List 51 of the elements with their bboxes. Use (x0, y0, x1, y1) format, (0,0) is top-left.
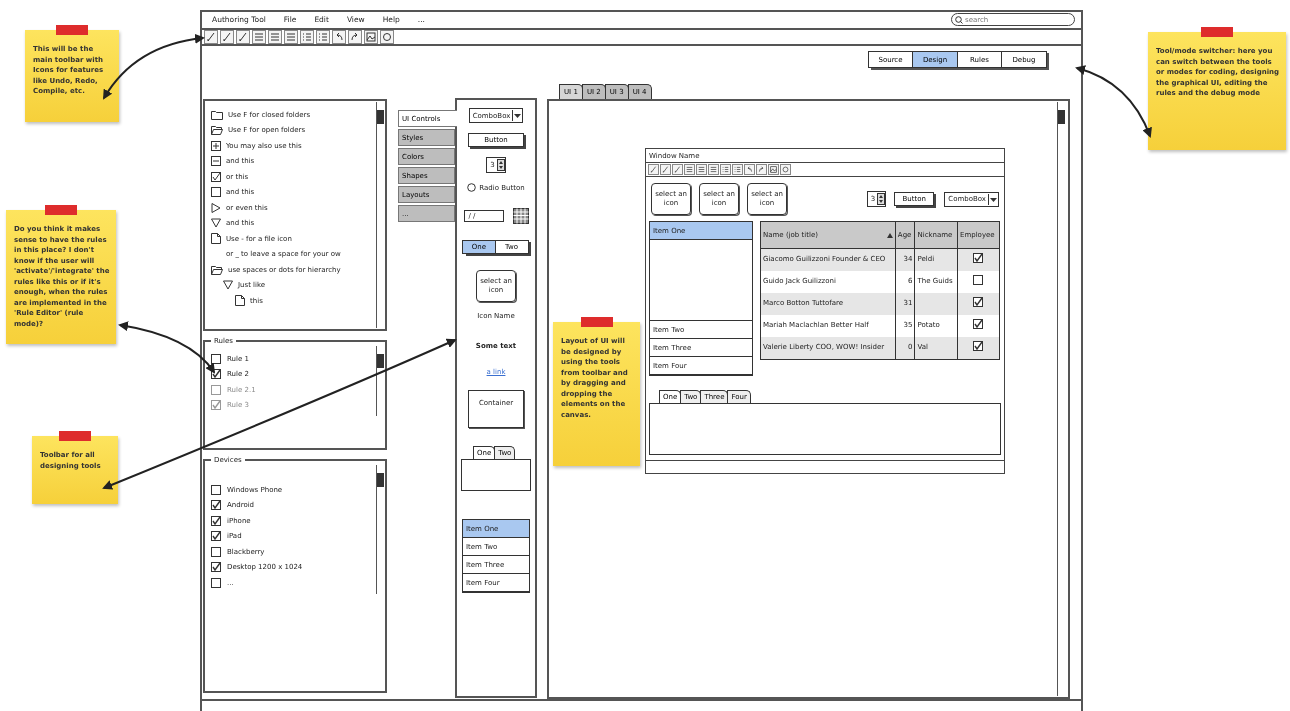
tape-strip (580, 317, 613, 328)
checkbox[interactable] (211, 546, 221, 557)
tape-strip (56, 25, 88, 35)
file-icon (211, 233, 221, 245)
align-icon[interactable] (708, 164, 719, 176)
checked-checkbox[interactable] (211, 500, 221, 511)
align-icon[interactable] (684, 164, 695, 176)
checked-checkbox[interactable] (211, 515, 221, 526)
open-folder-icon (211, 125, 223, 136)
list-icon[interactable] (732, 164, 743, 176)
open-folder-icon (211, 264, 223, 275)
checked-checkbox[interactable] (973, 297, 984, 308)
caret-icon (988, 193, 998, 205)
triangle-down-icon[interactable] (211, 218, 221, 229)
checked-box-icon (211, 171, 221, 182)
checked-checkbox[interactable] (211, 531, 221, 542)
empty-box-icon (211, 187, 221, 198)
caret-icon (512, 110, 523, 122)
radio-button[interactable] (467, 183, 477, 193)
checked-checkbox[interactable] (211, 369, 221, 380)
scrollbar[interactable] (1057, 102, 1065, 697)
tape-strip (1201, 27, 1233, 37)
triangle-right-icon[interactable] (211, 202, 221, 213)
search-icon (955, 15, 963, 24)
minus-box-icon[interactable] (211, 156, 221, 167)
tape-strip (59, 431, 91, 441)
tape-strip (45, 205, 77, 215)
checkbox[interactable] (211, 577, 221, 588)
checked-checkbox[interactable] (973, 341, 984, 352)
undo-icon[interactable] (744, 164, 755, 176)
circle-icon[interactable] (780, 164, 791, 176)
tab-panel (461, 459, 531, 492)
calendar-icon[interactable] (512, 208, 529, 225)
list-icon[interactable] (720, 164, 731, 176)
scrollbar[interactable] (376, 102, 384, 329)
folder-icon (211, 109, 223, 120)
align-icon[interactable] (696, 164, 707, 176)
spinner-icon (496, 159, 505, 172)
checkbox[interactable] (211, 484, 221, 495)
spinner-icon (877, 193, 886, 206)
redo-icon[interactable] (756, 164, 767, 176)
triangle-down-icon[interactable] (223, 280, 233, 291)
checkbox[interactable] (973, 275, 984, 286)
image-icon[interactable] (768, 164, 779, 176)
plus-box-icon[interactable] (211, 140, 221, 151)
file-icon (235, 295, 245, 307)
sort-icon[interactable] (886, 232, 893, 238)
checked-checkbox[interactable] (211, 562, 221, 573)
checked-checkbox[interactable] (973, 253, 984, 264)
checked-checkbox[interactable] (973, 319, 984, 330)
checkbox[interactable] (211, 353, 221, 364)
